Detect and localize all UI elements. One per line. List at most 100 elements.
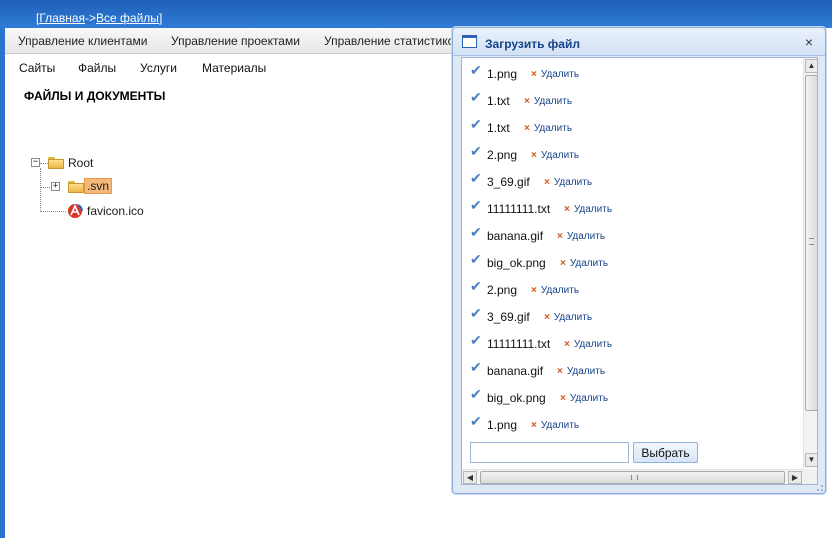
checkmark-icon: ✔ (470, 359, 482, 375)
delete-file-link[interactable]: × Удалить (531, 420, 579, 431)
file-row: ✔ 1.png × Удалить (462, 62, 802, 89)
breadcrumb-all-files-link[interactable]: Все файлы (96, 11, 159, 25)
checkmark-icon: ✔ (470, 116, 482, 132)
root-collapse-toggle[interactable]: − (31, 158, 40, 167)
file-name: banana.gif (487, 364, 544, 378)
delete-x-icon: × (544, 177, 550, 188)
file-row: ✔ 2.png × Удалить (462, 278, 802, 305)
file-row: ✔ 3_69.gif × Удалить (462, 170, 802, 197)
checkmark-icon: ✔ (470, 170, 482, 186)
file-row: ✔ 11111111.txt × Удалить (462, 332, 802, 359)
delete-x-icon: × (544, 312, 550, 323)
tree-node-favicon[interactable]: favicon.ico (87, 204, 144, 218)
scroll-right-icon[interactable]: ▶ (788, 471, 802, 484)
delete-file-link[interactable]: × Удалить (564, 339, 612, 350)
close-icon[interactable]: × (805, 34, 813, 50)
file-path-input[interactable] (470, 442, 629, 463)
delete-x-icon: × (560, 393, 566, 404)
svn-expand-toggle[interactable]: + (51, 182, 60, 191)
menu-clients[interactable]: Управление клиентами (18, 34, 147, 48)
vertical-scrollbar[interactable]: ▲ ▼ (803, 58, 817, 468)
upload-dialog: Загрузить файл × ✔ 1.png × Удалить ✔ 1.txt × Уд… (452, 27, 826, 494)
window-icon (462, 35, 477, 48)
delete-file-link[interactable]: × Удалить (560, 258, 608, 269)
left-edge (0, 28, 5, 538)
delete-x-icon: × (531, 69, 537, 80)
checkmark-icon: ✔ (470, 305, 482, 321)
tree-connector (40, 187, 50, 188)
file-row: ✔ big_ok.png × Удалить (462, 386, 802, 413)
checkmark-icon: ✔ (470, 197, 482, 213)
delete-x-icon: × (524, 96, 530, 107)
file-name: big_ok.png (487, 391, 546, 405)
tree-connector (40, 211, 66, 212)
delete-file-link[interactable]: × Удалить (564, 204, 612, 215)
submenu-sites[interactable]: Сайты (19, 61, 55, 75)
delete-label: Удалить (553, 312, 593, 323)
scroll-down-icon[interactable]: ▼ (805, 453, 817, 467)
dialog-titlebar[interactable]: Загрузить файл × (453, 28, 825, 56)
delete-file-link[interactable]: × Удалить (524, 123, 572, 134)
delete-file-link[interactable]: × Удалить (531, 285, 579, 296)
tree-node-root[interactable]: Root (68, 156, 93, 170)
delete-file-link[interactable]: × Удалить (557, 366, 605, 377)
delete-file-link[interactable]: × Удалить (544, 177, 592, 188)
delete-x-icon: × (557, 366, 563, 377)
delete-x-icon: × (564, 204, 570, 215)
vertical-scroll-thumb[interactable] (805, 75, 817, 411)
file-name: big_ok.png (487, 256, 546, 270)
file-name: 11111111.txt (487, 202, 551, 216)
delete-label: Удалить (573, 339, 613, 350)
checkmark-icon: ✔ (470, 386, 482, 402)
checkmark-icon: ✔ (470, 62, 482, 78)
breadcrumb-separator: -> (85, 11, 97, 25)
scroll-left-icon[interactable]: ◀ (463, 471, 477, 484)
delete-x-icon: × (564, 339, 570, 350)
checkmark-icon: ✔ (470, 332, 482, 348)
tree-node-svn[interactable]: .svn (84, 178, 113, 194)
favicon-file-icon (67, 203, 83, 219)
delete-file-link[interactable]: × Удалить (557, 231, 605, 242)
delete-label: Удалить (540, 69, 580, 80)
delete-label: Удалить (569, 258, 609, 269)
file-row: ✔ 2.png × Удалить (462, 143, 802, 170)
delete-label: Удалить (566, 366, 606, 377)
resize-handle-icon[interactable] (817, 485, 823, 491)
delete-x-icon: × (557, 231, 563, 242)
delete-x-icon: × (524, 123, 530, 134)
delete-file-link[interactable]: × Удалить (560, 393, 608, 404)
menu-projects[interactable]: Управление проектами (171, 34, 300, 48)
scroll-corner (803, 469, 817, 484)
delete-label: Удалить (533, 123, 573, 134)
svn-folder-icon (68, 181, 84, 193)
file-name: 1.png (487, 67, 518, 81)
tree-connector (40, 168, 41, 212)
checkmark-icon: ✔ (470, 224, 482, 240)
horizontal-scroll-thumb[interactable] (480, 471, 785, 484)
tree-connector (40, 163, 48, 164)
dialog-content: ✔ 1.png × Удалить ✔ 1.txt × Удалить ✔ 1.txt × Удали… (461, 57, 818, 485)
file-row: ✔ 11111111.txt × Удалить (462, 197, 802, 224)
dialog-title: Загрузить файл (485, 37, 580, 51)
submenu-services[interactable]: Услуги (140, 61, 177, 75)
menu-statistics[interactable]: Управление статистико (324, 34, 454, 48)
file-row: ✔ banana.gif × Удалить (462, 359, 802, 386)
submenu-files[interactable]: Файлы (78, 61, 116, 75)
breadcrumb-home-link[interactable]: Главная (39, 11, 85, 25)
submenu-materials[interactable]: Материалы (202, 61, 266, 75)
choose-file-button[interactable]: Выбрать (633, 442, 698, 463)
grip-icon (809, 238, 814, 245)
checkmark-icon: ✔ (470, 143, 482, 159)
file-name: 3_69.gif (487, 175, 530, 189)
horizontal-scrollbar[interactable]: ◀ ▶ (462, 469, 803, 484)
file-row: ✔ 1.txt × Удалить (462, 89, 802, 116)
grip-icon (631, 475, 638, 480)
delete-file-link[interactable]: × Удалить (544, 312, 592, 323)
checkmark-icon: ✔ (470, 413, 482, 429)
scroll-up-icon[interactable]: ▲ (805, 59, 817, 73)
delete-label: Удалить (540, 150, 580, 161)
delete-file-link[interactable]: × Удалить (524, 96, 572, 107)
delete-file-link[interactable]: × Удалить (531, 69, 579, 80)
delete-file-link[interactable]: × Удалить (531, 150, 579, 161)
page-title: ФАЙЛЫ И ДОКУМЕНТЫ (24, 89, 166, 103)
